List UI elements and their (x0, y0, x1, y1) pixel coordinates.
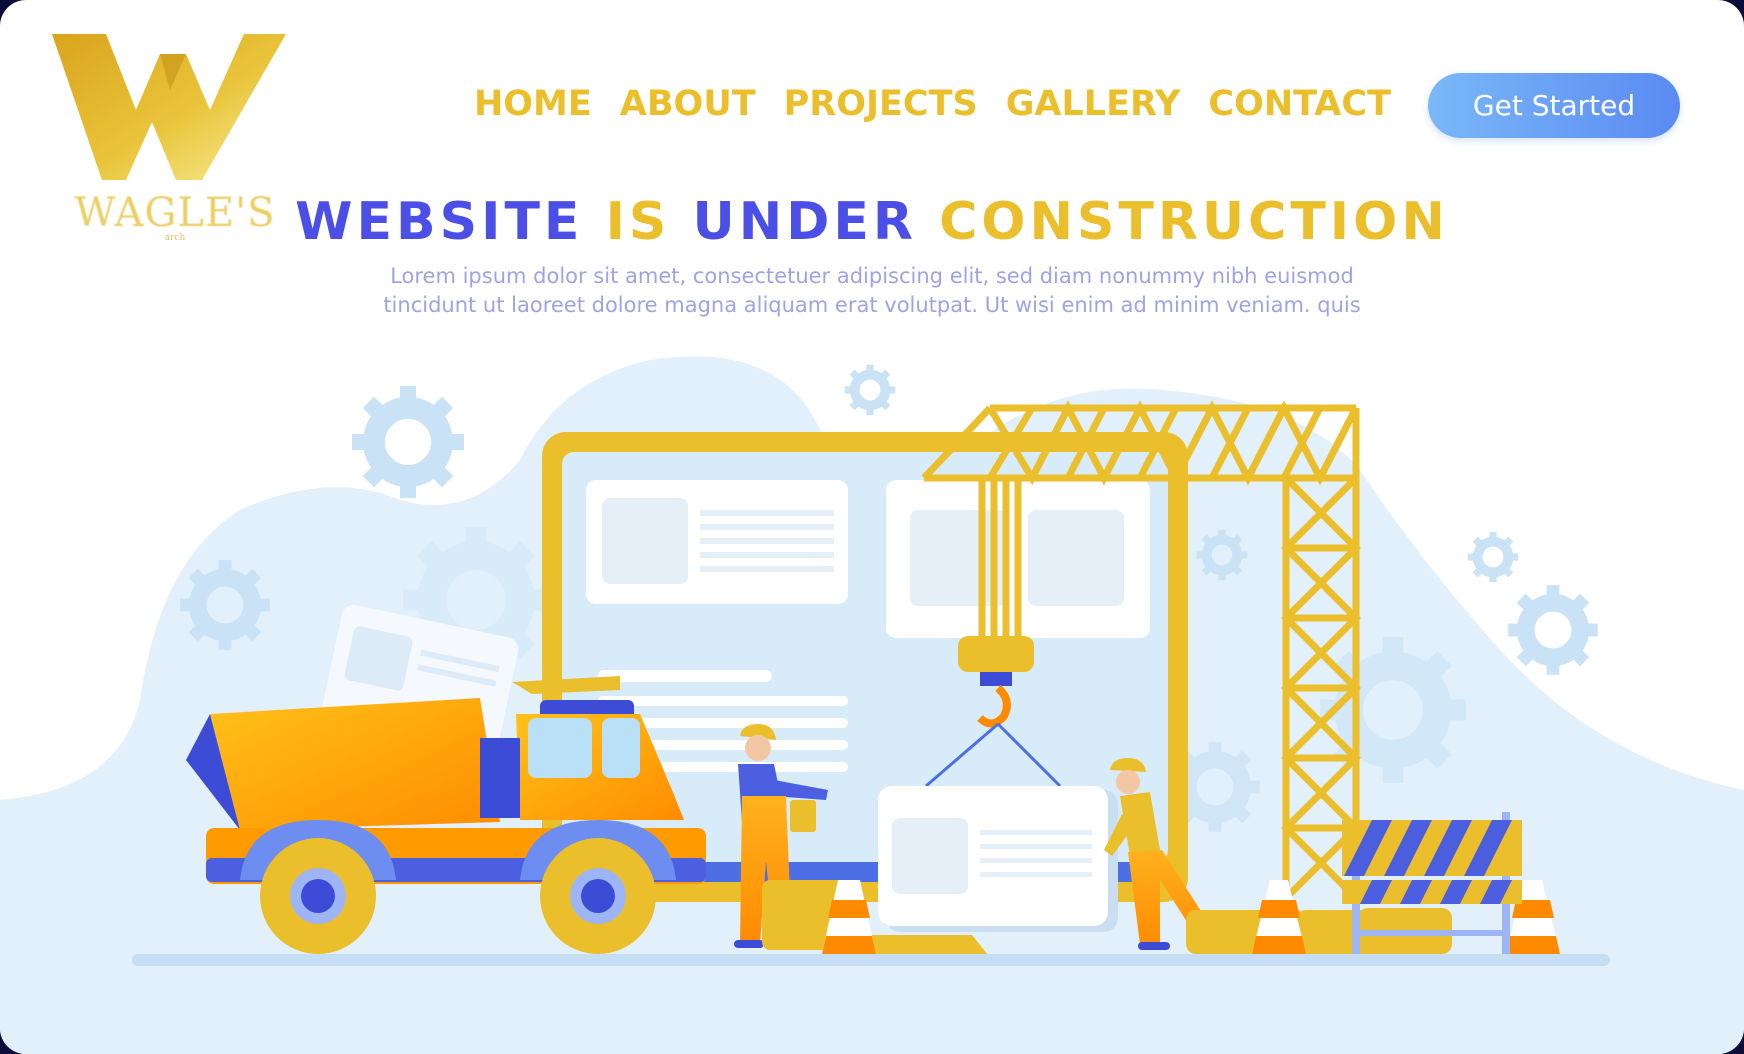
gold-w-logo-icon (52, 34, 286, 180)
gear-icon (1468, 532, 1518, 582)
gear-icon (1508, 585, 1598, 675)
title-word-website: WEBSITE (295, 192, 584, 252)
get-started-button[interactable]: Get Started (1428, 73, 1680, 138)
title-word-construction: CONSTRUCTION (939, 192, 1449, 252)
landing-page: WAGLE'S arch HOME ABOUT PROJECTS GALLERY… (0, 0, 1744, 1054)
title-word-is: IS (605, 192, 671, 252)
nav-item-gallery[interactable]: GALLERY (1006, 84, 1181, 124)
title-word-under: UNDER (692, 192, 917, 252)
hero-description: Lorem ipsum dolor sit amet, consectetuer… (372, 262, 1372, 320)
nav-item-home[interactable]: HOME (474, 84, 592, 124)
ground-line (132, 954, 1610, 966)
gear-icon (845, 365, 895, 415)
construction-scene-illustration (0, 356, 1744, 1054)
background-ground (0, 900, 1744, 1054)
hero-description-line: tincidunt ut laoreet dolore magna aliqua… (383, 293, 1361, 317)
gear-icon (352, 386, 464, 498)
hero-description-line: Lorem ipsum dolor sit amet, consectetuer… (390, 264, 1354, 288)
nav-item-about[interactable]: ABOUT (620, 84, 756, 124)
road-barrier-icon (1342, 812, 1522, 954)
nav-item-contact[interactable]: CONTACT (1208, 84, 1391, 124)
main-nav: HOME ABOUT PROJECTS GALLERY CONTACT (474, 84, 1391, 124)
nav-item-projects[interactable]: PROJECTS (784, 84, 978, 124)
page-title: WEBSITE IS UNDER CONSTRUCTION (0, 192, 1744, 252)
